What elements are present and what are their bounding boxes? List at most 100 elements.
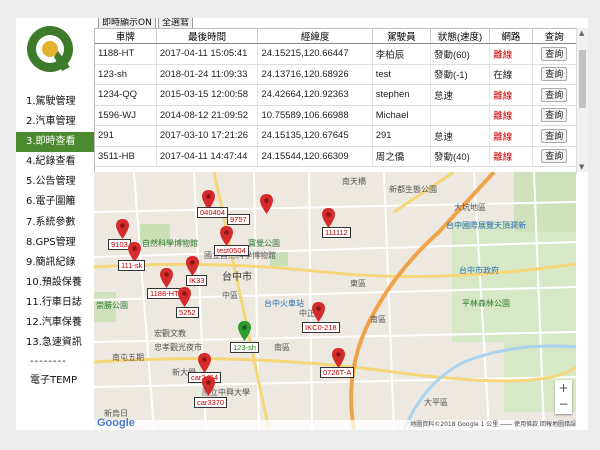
- scroll-thumb[interactable]: [579, 50, 586, 108]
- table-scrollbar[interactable]: ▲ ▼: [576, 28, 588, 172]
- cell-network: 離線: [489, 84, 533, 106]
- query-button[interactable]: 查詢: [541, 149, 568, 164]
- vehicle-tag[interactable]: 040404: [197, 207, 229, 218]
- map-label: 南區: [370, 315, 386, 324]
- table-row[interactable]: 3511-HB 2017-04-11 14:47:44 24.15544,120.6…: [95, 146, 577, 167]
- cell-coord: 24.15544,120.66309: [257, 146, 373, 167]
- sidebar-item-speed-info[interactable]: 13.急速資訊: [16, 333, 96, 353]
- vehicle-tag[interactable]: car3370: [194, 397, 228, 408]
- cell-status: [430, 105, 491, 126]
- sidebar-item-driver-mgmt[interactable]: 1.駕駛管理: [16, 92, 96, 112]
- cell-network: 離線: [489, 146, 533, 167]
- zoom-in-button[interactable]: +: [555, 380, 572, 396]
- sidebar-item-sms-records[interactable]: 9.簡訊紀錄: [16, 253, 96, 273]
- map-label: 台中市: [222, 272, 252, 283]
- query-button[interactable]: 查詢: [541, 46, 568, 61]
- table-row[interactable]: 1596-WJ 2014-08-12 21:09:52 10.75589,106.6…: [95, 105, 577, 126]
- query-button[interactable]: 查詢: [541, 128, 568, 143]
- cell-plate: 291: [95, 125, 157, 147]
- cell-query: 查詢: [532, 146, 577, 167]
- sidebar-item-system-params[interactable]: 7.系統參數: [16, 213, 96, 233]
- col-header-driver[interactable]: 駕駛員: [372, 29, 431, 44]
- vehicle-tag[interactable]: 5252: [176, 307, 199, 318]
- col-header-coord[interactable]: 經緯度: [257, 29, 373, 44]
- map-label: 南區: [274, 343, 290, 352]
- cell-network: 離線: [489, 125, 533, 147]
- cell-time: 2017-04-11 14:47:44: [156, 146, 259, 167]
- vehicle-tag[interactable]: 1188-HT: [147, 288, 182, 299]
- sidebar-item-announcements[interactable]: 5.公告管理: [16, 172, 96, 192]
- col-header-network[interactable]: 網路: [489, 29, 533, 44]
- cell-plate: 1188-HT: [95, 43, 157, 65]
- sidebar-item-car-mgmt[interactable]: 2.汽車管理: [16, 112, 96, 132]
- sidebar-item-records[interactable]: 4.紀錄查看: [16, 152, 96, 172]
- cell-network: 離線: [489, 105, 533, 126]
- query-button[interactable]: 查詢: [541, 87, 568, 102]
- vehicle-pin-111112[interactable]: [322, 208, 335, 228]
- query-button[interactable]: 查詢: [541, 67, 568, 82]
- vehicle-pin-5252[interactable]: [178, 287, 191, 307]
- cell-coord: 24.15135,120.67645: [257, 125, 373, 147]
- vehicle-pin-1188-ht[interactable]: [160, 268, 173, 288]
- col-header-plate[interactable]: 車牌: [95, 29, 157, 44]
- cell-driver: Michael: [372, 105, 431, 126]
- vehicle-pin-9103[interactable]: [116, 219, 129, 239]
- vehicle-tag[interactable]: 111112: [322, 227, 351, 238]
- vehicle-pin-car2454[interactable]: [198, 353, 211, 373]
- cell-driver: 周之僑: [372, 146, 431, 167]
- vehicle-tag[interactable]: 123-sh: [230, 342, 259, 353]
- cell-query: 查詢: [532, 105, 577, 126]
- vehicle-tag[interactable]: test0504: [214, 245, 249, 256]
- sidebar-item-gps-mgmt[interactable]: 8.GPS管理: [16, 233, 96, 253]
- cell-coord: 24.15215,120.66447: [257, 43, 373, 65]
- map-label: 新都生態公園: [389, 185, 437, 194]
- cell-driver: 291: [372, 125, 431, 147]
- cell-status: 發動(60): [430, 43, 491, 65]
- sidebar-item-realtime-view[interactable]: 3.即時查看: [16, 132, 94, 153]
- sidebar-item-driving-log[interactable]: 11.行車日誌: [16, 293, 96, 313]
- vehicle-pin-test0504[interactable]: [220, 226, 233, 246]
- google-logo: Google: [97, 417, 135, 429]
- col-header-time[interactable]: 最後時間: [156, 29, 259, 44]
- query-button[interactable]: 查詢: [541, 108, 568, 123]
- map-label: 南屯五期: [112, 353, 144, 362]
- sidebar-item-temp[interactable]: 電子TEMP: [16, 371, 96, 391]
- cell-time: 2014-08-12 21:09:52: [156, 105, 259, 126]
- scroll-up-icon[interactable]: ▲: [579, 29, 584, 37]
- vehicle-pin-123-sh[interactable]: [238, 321, 251, 341]
- sidebar-item-car-maintenance[interactable]: 12.汽車保養: [16, 313, 96, 333]
- map-label: 崇勝公園: [96, 301, 128, 310]
- cell-query: 查詢: [532, 43, 577, 65]
- vehicle-tag[interactable]: 0726T-A: [320, 367, 355, 378]
- table-row[interactable]: 1188-HT 2017-04-11 15:05:41 24.15215,120.6…: [95, 43, 577, 65]
- vehicle-table: 車牌 最後時間 經緯度 駕駛員 狀態(速度) 網路 查詢 1188-HT 2017…: [94, 28, 577, 174]
- map-label: 南天橋: [342, 177, 366, 186]
- map-label: 寶覺公園: [248, 239, 280, 248]
- map-view[interactable]: 南天橋 新都生態公園 大坑地區 台中國際展覽天頂澗新 自然科學博物館 寶覺公園 …: [94, 172, 576, 430]
- zoom-out-button[interactable]: −: [555, 396, 572, 412]
- cell-query: 查詢: [532, 84, 577, 106]
- table-row[interactable]: 291 2017-03-10 17:21:26 24.15135,120.67645…: [95, 125, 577, 147]
- map-label: 忠孝觀光夜市: [154, 343, 202, 352]
- logo-icon: [27, 26, 73, 72]
- cell-coord: 24.42664,120.92363: [257, 84, 373, 106]
- vehicle-pin-0726t-a[interactable]: [332, 348, 345, 368]
- vehicle-tag[interactable]: 9757: [227, 214, 250, 225]
- vehicle-pin-ik33[interactable]: [186, 256, 199, 276]
- vehicle-pin-ikc0-218[interactable]: [312, 302, 325, 322]
- vehicle-tag[interactable]: 111-sk: [118, 260, 146, 271]
- vehicle-tag[interactable]: IKC0-218: [302, 322, 340, 333]
- cell-time: 2017-04-11 15:05:41: [156, 43, 259, 65]
- sidebar-item-geofence[interactable]: 6.電子圍籬: [16, 192, 96, 212]
- scroll-down-icon[interactable]: ▼: [579, 163, 584, 171]
- cell-driver: stephen: [372, 84, 431, 106]
- sidebar-item-default-maintenance[interactable]: 10.預設保養: [16, 273, 96, 293]
- map-footer: 地圖資料©2018 Google 1 公里 ⎯⎯⎯⎯ 使用條款 回報地圖錯誤: [94, 420, 576, 430]
- col-header-status[interactable]: 狀態(速度): [430, 29, 491, 44]
- vehicle-pin-111-sk[interactable]: [128, 242, 141, 262]
- table-row[interactable]: 1234-QQ 2015-03-15 12:00:58 24.42664,120.9…: [95, 84, 577, 106]
- vehicle-pin-9757[interactable]: [260, 194, 273, 214]
- table-row[interactable]: 123-sh 2018-01-24 11:09:33 24.13716,120.68…: [95, 64, 577, 85]
- vehicle-pin-car3370[interactable]: [202, 376, 215, 396]
- vehicle-tag[interactable]: IK33: [186, 275, 208, 286]
